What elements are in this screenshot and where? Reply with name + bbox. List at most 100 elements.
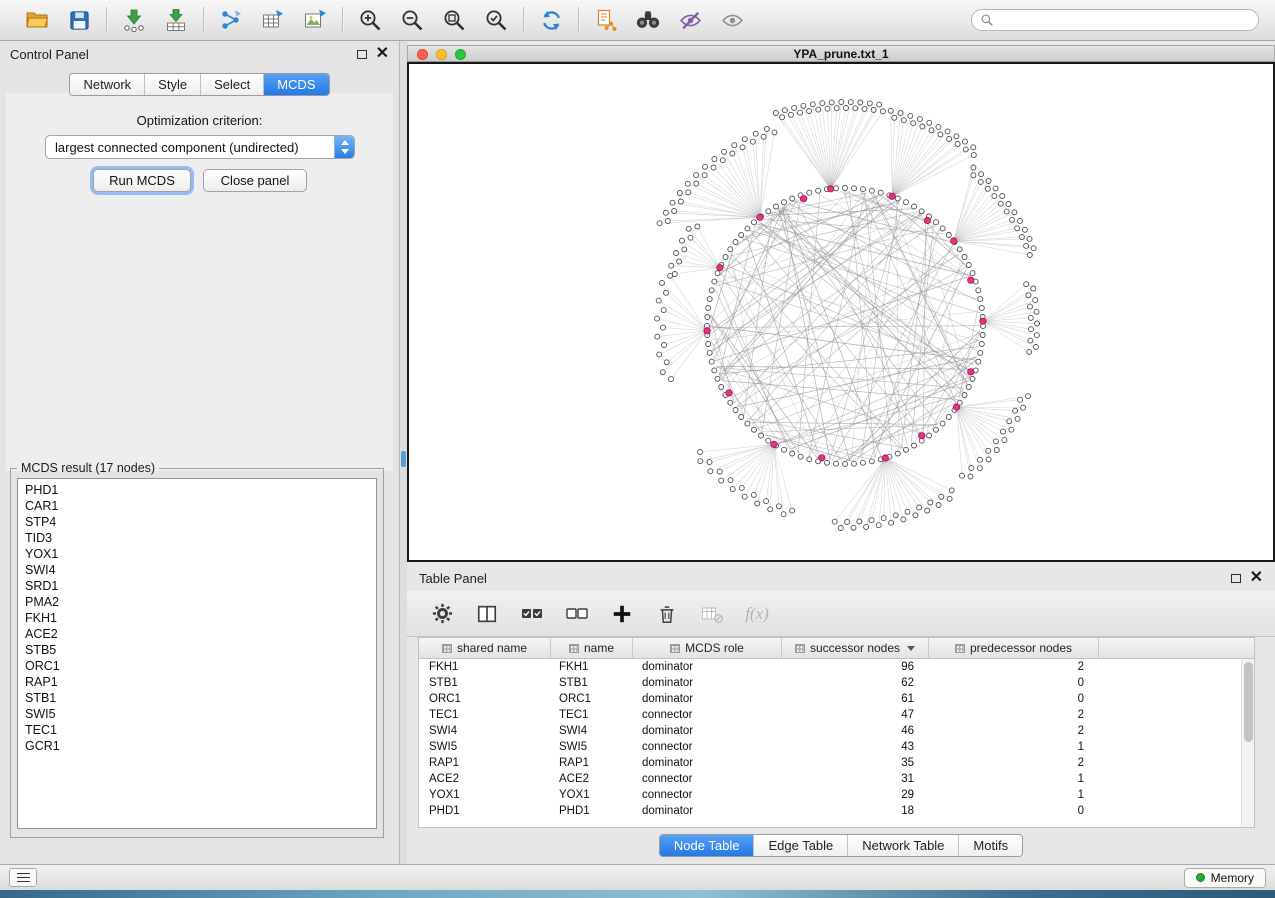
open-session-button[interactable] [20,5,54,35]
result-node-item[interactable]: SWI5 [18,706,376,722]
result-node-item[interactable]: SWI4 [18,562,376,578]
panel-splitter[interactable] [400,41,407,864]
splitter-grip-icon[interactable] [401,451,406,467]
copy-network-button[interactable] [589,5,623,35]
table-row-RAP1[interactable]: RAP1RAP1dominator352 [419,755,1241,771]
node-table: shared namenameMCDS rolesuccessor nodesp… [418,637,1255,828]
column-header-MCDS-role[interactable]: MCDS role [633,638,782,658]
tab-edge-table[interactable]: Edge Table [754,835,848,856]
close-panel-icon[interactable]: ✕ [1250,573,1263,583]
tab-style[interactable]: Style [145,74,201,95]
export-image-button[interactable] [298,5,332,35]
export-table-button[interactable] [256,5,290,35]
deselect-all-rows-button[interactable] [562,599,592,629]
table-row-SWI5[interactable]: SWI5SWI5connector431 [419,739,1241,755]
hide-graphics-details-button[interactable] [673,5,707,35]
result-node-item[interactable]: FKH1 [18,610,376,626]
maximize-window-button[interactable] [455,49,466,60]
table-scrollbar[interactable] [1241,659,1254,827]
result-node-item[interactable]: SRD1 [18,578,376,594]
first-neighbors-button[interactable] [631,5,665,35]
table-row-TEC1[interactable]: TEC1TEC1connector472 [419,707,1241,723]
export-network-icon [219,8,243,32]
table-row-FKH1[interactable]: FKH1FKH1dominator962 [419,659,1241,675]
column-grid-icon [795,644,805,653]
tab-select[interactable]: Select [201,74,264,95]
save-session-button[interactable] [62,5,96,35]
show-columns-button[interactable] [472,599,502,629]
table-panel-titlebar: Table Panel ✕ [407,565,1275,591]
column-header-successor-nodes[interactable]: successor nodes [782,638,929,658]
result-node-item[interactable]: PHD1 [18,482,376,498]
table-cell: 35 [782,757,929,769]
minimize-window-button[interactable] [436,49,447,60]
tab-motifs[interactable]: Motifs [959,835,1022,856]
result-node-item[interactable]: STB1 [18,690,376,706]
memory-label: Memory [1211,871,1254,885]
control-panel-tabs: NetworkStyleSelectMCDS [69,73,329,96]
show-graphics-details-button[interactable] [715,5,749,35]
zoom-selected-button[interactable] [479,5,513,35]
import-network-button[interactable] [117,5,151,35]
close-window-button[interactable] [417,49,428,60]
search-input[interactable] [999,13,1250,27]
delete-column-button[interactable] [652,599,682,629]
table-row-STB1[interactable]: STB1STB1dominator620 [419,675,1241,691]
table-cell: SWI4 [419,725,551,737]
column-header-name[interactable]: name [551,638,633,658]
status-menu-button[interactable] [9,868,37,887]
scrollbar-thumb[interactable] [1244,662,1253,742]
control-panel: Control Panel ✕ NetworkStyleSelectMCDS O… [0,41,400,864]
result-node-item[interactable]: CAR1 [18,498,376,514]
select-all-rows-button[interactable] [517,599,547,629]
float-panel-icon[interactable] [1231,574,1241,583]
float-panel-icon[interactable] [357,50,367,59]
network-graph[interactable] [409,64,1273,560]
memory-button[interactable]: Memory [1184,868,1266,888]
right-pane: YPA_prune.txt_1 Table Panel ✕ [407,41,1275,864]
zoom-fit-button[interactable] [437,5,471,35]
result-node-item[interactable]: RAP1 [18,674,376,690]
result-node-item[interactable]: ORC1 [18,658,376,674]
table-row-SWI4[interactable]: SWI4SWI4dominator462 [419,723,1241,739]
table-cell: 46 [782,725,929,737]
create-column-button[interactable] [607,599,637,629]
result-node-item[interactable]: PMA2 [18,594,376,610]
table-row-YOX1[interactable]: YOX1YOX1connector291 [419,787,1241,803]
column-header-predecessor-nodes[interactable]: predecessor nodes [929,638,1099,658]
criterion-dropdown[interactable]: largest connected component (undirected) [45,135,355,159]
binoculars-icon [635,7,661,33]
result-node-item[interactable]: ACE2 [18,626,376,642]
run-mcds-button[interactable]: Run MCDS [93,169,191,192]
network-window-titlebar: YPA_prune.txt_1 [407,45,1275,62]
tab-network[interactable]: Network [70,74,145,95]
network-canvas[interactable] [407,62,1275,562]
import-table-button[interactable] [159,5,193,35]
tab-mcds[interactable]: MCDS [264,74,328,95]
result-node-item[interactable]: TEC1 [18,722,376,738]
table-row-ACE2[interactable]: ACE2ACE2connector311 [419,771,1241,787]
table-row-PHD1[interactable]: PHD1PHD1dominator180 [419,803,1241,819]
search-field[interactable] [971,9,1259,31]
result-node-item[interactable]: GCR1 [18,738,376,754]
zoom-out-button[interactable] [395,5,429,35]
tab-node-table[interactable]: Node Table [660,835,755,856]
tab-network-table[interactable]: Network Table [848,835,959,856]
save-floppy-icon [68,9,91,32]
result-node-item[interactable]: STB5 [18,642,376,658]
column-header-shared-name[interactable]: shared name [419,638,551,658]
close-panel-icon[interactable]: ✕ [376,49,389,59]
table-cell: FKH1 [551,661,633,673]
close-panel-button[interactable]: Close panel [203,169,307,192]
checked-boxes-icon [520,602,544,626]
result-node-item[interactable]: STP4 [18,514,376,530]
refresh-view-button[interactable] [534,5,568,35]
export-network-button[interactable] [214,5,248,35]
table-settings-button[interactable] [427,599,457,629]
zoom-in-button[interactable] [353,5,387,35]
result-node-item[interactable]: YOX1 [18,546,376,562]
table-cell: 0 [929,805,1099,817]
zoom-in-icon [358,8,382,32]
table-row-ORC1[interactable]: ORC1ORC1dominator610 [419,691,1241,707]
result-node-item[interactable]: TID3 [18,530,376,546]
